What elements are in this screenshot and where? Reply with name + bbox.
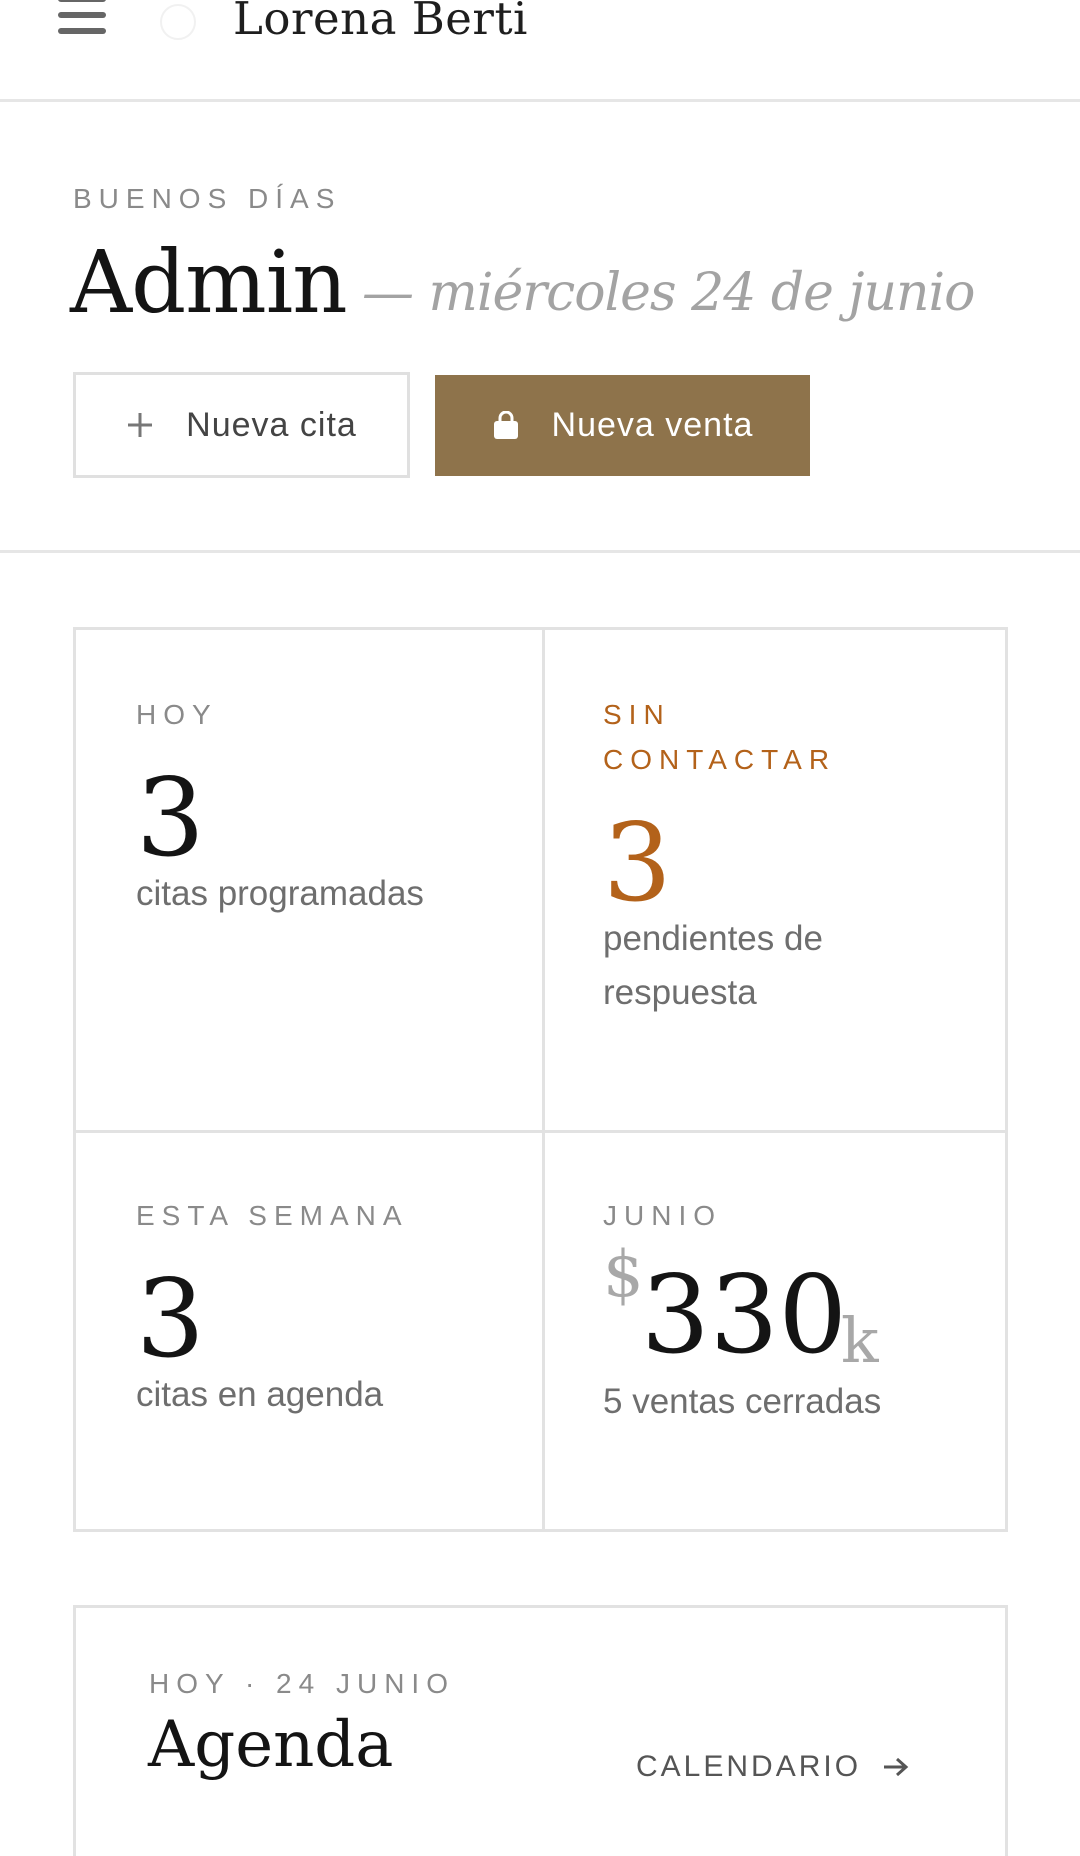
stats-grid: HOY 3 citas programadas SIN CONTACTAR 3 … [73, 627, 1008, 1532]
brand-logo-icon [160, 4, 196, 40]
amount-unit: k [841, 1304, 879, 1377]
stat-caption: citas en agenda [136, 1375, 384, 1414]
stat-value: 3 [136, 1257, 205, 1382]
calendar-link[interactable]: CALENDARIO [636, 1750, 911, 1784]
agenda-card: HOY · 24 JUNIO Agenda CALENDARIO [73, 1605, 1008, 1856]
top-bar: Lorena Berti [0, 0, 1080, 102]
shopping-bag-icon [492, 410, 520, 441]
grid-divider-horizontal [76, 1130, 1005, 1133]
agenda-title: Agenda [148, 1708, 394, 1782]
current-date: — miércoles 24 de junio [362, 263, 975, 323]
new-appointment-button[interactable]: Nueva cita [73, 372, 410, 478]
stat-label: ESTA SEMANA [136, 1200, 409, 1231]
stat-week[interactable]: ESTA SEMANA 3 citas en agenda [136, 1193, 409, 1422]
grid-divider-vertical [542, 630, 545, 1529]
arrow-right-icon [881, 1755, 911, 1779]
brand-name[interactable]: Lorena Berti [233, 0, 528, 45]
stat-caption: respuesta [603, 973, 757, 1012]
calendar-link-label: CALENDARIO [636, 1750, 862, 1783]
new-sale-button[interactable]: Nueva venta [435, 375, 810, 476]
stat-label: CONTACTAR [603, 744, 837, 775]
stat-label: SIN [603, 699, 671, 730]
new-sale-label: Nueva venta [551, 406, 754, 444]
stat-label: JUNIO [603, 1200, 722, 1231]
stat-value: 330 [641, 1253, 848, 1378]
stat-caption: 5 ventas cerradas [603, 1382, 882, 1421]
stat-uncontacted[interactable]: SIN CONTACTAR 3 pendientes de respuesta [603, 692, 836, 1020]
stat-value: 3 [603, 801, 672, 926]
plus-icon [126, 411, 154, 439]
hamburger-menu-icon[interactable] [58, 0, 106, 42]
stat-caption: pendientes de [603, 919, 823, 958]
agenda-date-label: HOY · 24 JUNIO [149, 1668, 455, 1699]
currency-symbol: $ [603, 1238, 644, 1312]
sales-amount: $ 330 k [603, 1238, 903, 1378]
new-appointment-label: Nueva cita [186, 405, 357, 444]
greeting-label: BUENOS DÍAS [73, 183, 342, 214]
stat-label: HOY [136, 699, 218, 730]
stat-value: 3 [136, 756, 205, 881]
user-name: Admin [70, 233, 348, 333]
hero-section: BUENOS DÍAS Admin — miércoles 24 de juni… [0, 105, 1080, 553]
stat-month-sales[interactable]: JUNIO $ 330 k 5 ventas cerradas [603, 1193, 903, 1429]
stat-today[interactable]: HOY 3 citas programadas [136, 692, 424, 921]
stat-caption: citas programadas [136, 874, 424, 913]
